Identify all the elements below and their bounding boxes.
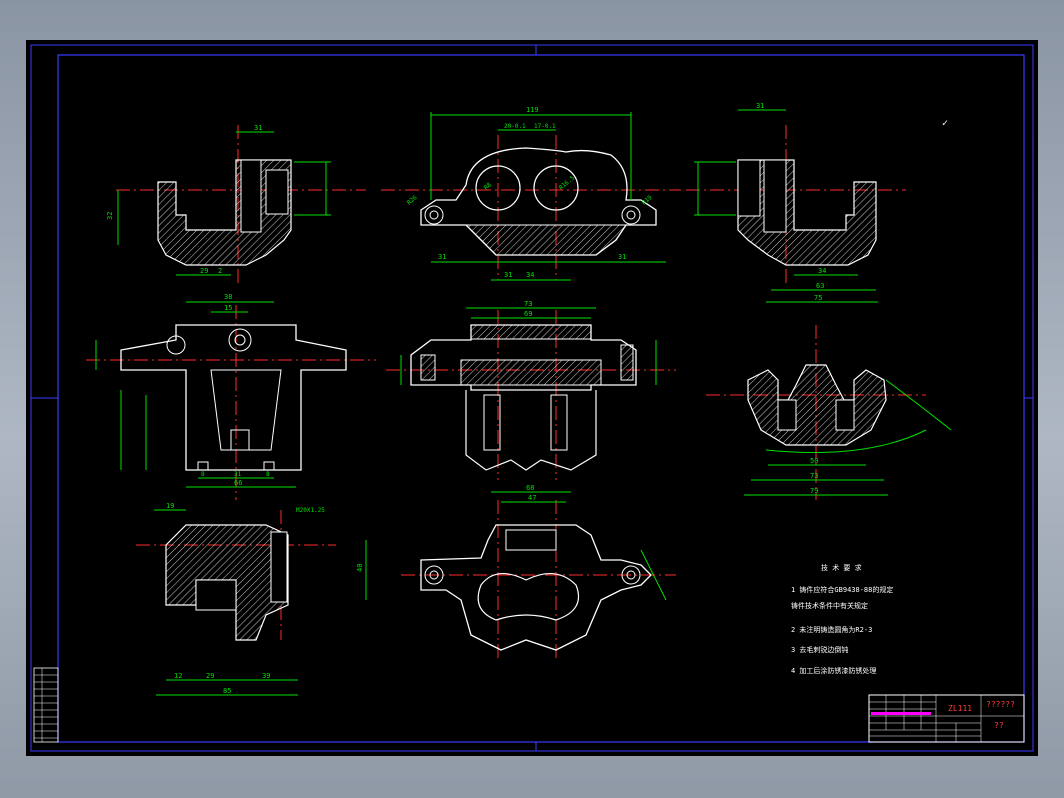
dim-text: 31 [254,124,262,132]
surface-finish-icon: ✓ [942,118,948,129]
view-top-center: 119 20-0.1 17-0.1 31 31 34 31 R8 R16.5 R… [381,106,681,281]
title-magenta-row [871,712,931,715]
dim-text: 34 [818,267,826,275]
title-part-name: ?????? [986,700,1015,709]
dim-text: 29 [200,267,208,275]
view-bottom-center: 68 47 40 [356,484,676,660]
drawing-sheet: 32 29 2 31 119 20-0.1 17-0.1 31 31 34 31… [26,40,1038,756]
side-outline [120,324,347,471]
dim-text: 79 [810,487,818,495]
bleed-boss-right [228,328,252,352]
dim-text: 31 [234,471,242,478]
dim-text: 2 [218,267,222,275]
lower-body [465,390,597,471]
dim-text: 73 [810,472,818,480]
dim-text: 47 [528,494,536,502]
tech-req-item: 1 铸件应符合GB9438-88的规定 [791,585,893,594]
technical-requirements: 技 术 要 求 1 铸件应符合GB9438-88的规定 铸件技术条件中有关规定 … [791,563,893,675]
mount-hole-left-inner [429,210,439,220]
title-material: ZL111 [948,704,972,713]
port-left [420,354,436,381]
title-drawing-code: ?? [994,721,1004,730]
inner-pocket [210,369,282,451]
dim-text: 8 [266,471,270,478]
dim-text: 34 [526,271,534,279]
dim-text: 31 [756,102,764,110]
bore [240,159,262,233]
dim-text: 31 [504,271,512,279]
tech-req-item: 4 加工后涂防锈漆防锈处理 [791,666,876,675]
dim-text: 85 [223,687,231,695]
port-right [620,344,634,381]
dim-text: 40 [356,564,364,572]
void-left [777,399,797,431]
dim-text: 17-0.1 [534,123,556,130]
dim-text: R26 [406,194,419,207]
dim-text: 29 [206,672,214,680]
dim-text: 15 [224,304,232,312]
pocket-right [550,394,568,451]
foot-left [197,461,209,471]
void [195,579,237,611]
dim-text: 75 [814,294,822,302]
mount-hole-right [621,205,641,225]
tech-req-heading: 技 术 要 求 [821,563,862,572]
dim-text: 66 [234,479,242,487]
view-mid-left: 38 15 66 8 31 8 [86,293,376,500]
dim-text: 19 [166,502,174,510]
top-outline [420,524,652,651]
section-body [747,364,887,446]
tech-req-item: 2 未注明铸造圆角为R2-3 [791,625,872,634]
dim-text: 119 [526,106,539,114]
dim-text: 69 [524,310,532,318]
dim-text: 12 [174,672,182,680]
view-mid-center: 73 69 [386,300,676,480]
dim-text: R19 [641,194,654,207]
dim-text: 38 [224,293,232,301]
radius-arc [885,379,952,431]
dim-text: 31 [438,253,446,261]
side-revision-table [33,667,59,743]
foot-right [263,461,275,471]
tech-req-item: 3 去毛刺锐边倒钝 [791,645,848,654]
mid-hatch [460,359,602,386]
dim-text: 8 [201,471,205,478]
title-block[interactable]: ZL111 ?????? ?? [868,694,1025,743]
top-hatch [470,324,592,340]
bridge [505,529,557,551]
dim-text: M20X1.25 [296,507,325,514]
dim-text: 50 [810,457,818,465]
dim-text: 39 [262,672,270,680]
piston-window [477,573,580,621]
view-top-left: 32 29 2 31 [106,124,366,285]
dim-text: R16.5 [558,174,577,191]
view-bottom-left: 19 M20X1.25 12 29 39 85 [136,502,336,696]
dim-text: 20-0.1 [504,123,526,130]
tech-req-item: 铸件技术条件中有关规定 [791,601,868,610]
dim-text: 31 [618,253,626,261]
slot [230,429,250,451]
cad-drawing-canvas[interactable]: 32 29 2 31 119 20-0.1 17-0.1 31 31 34 31… [26,40,1038,756]
view-mid-right: 50 73 79 [706,325,952,500]
bore-inner [265,169,289,215]
void-right [835,399,855,431]
mount-hole-right-inner [626,210,636,220]
dim-text: 32 [106,212,114,220]
section-hatch [464,224,627,256]
mount-hole-left [424,205,444,225]
bore [737,159,761,217]
dim-text: 63 [816,282,824,290]
view-top-right: 31 34 63 75 ✓ [686,102,948,303]
bore-inner [763,159,787,233]
bleed-bore [270,531,288,603]
dim-text: 73 [524,300,532,308]
dim-text: 68 [526,484,534,492]
